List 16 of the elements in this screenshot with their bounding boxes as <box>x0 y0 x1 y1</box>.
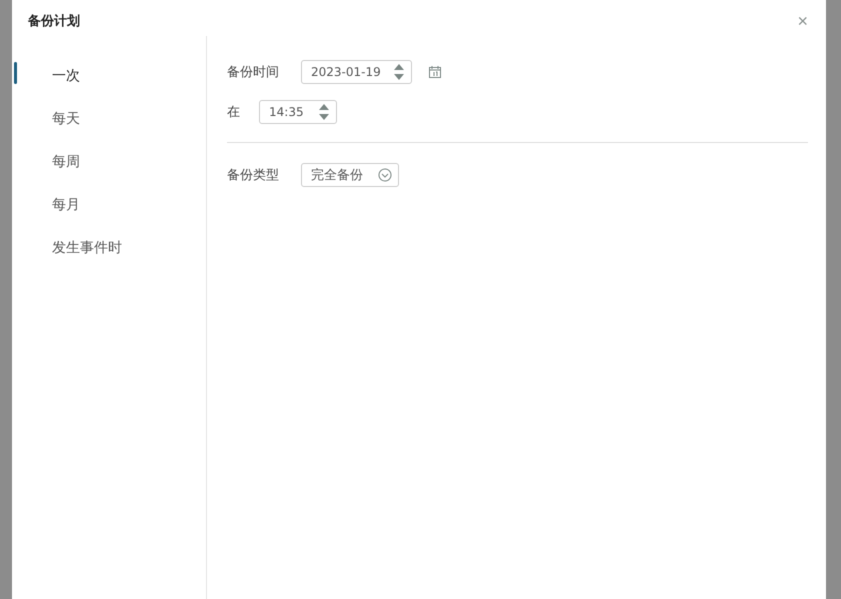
field-label: 备份时间 <box>227 64 280 81</box>
chevron-down-icon <box>378 168 392 182</box>
schedule-type-tab[interactable]: 发生事件时 <box>52 238 122 256</box>
schedule-type-tab[interactable]: 每月 <box>52 196 80 214</box>
field-label: 在 <box>227 104 241 121</box>
date-field[interactable]: 2023-01-19 <box>301 60 412 84</box>
dialog-title: 备份计划 <box>28 13 80 30</box>
schedule-type-tab[interactable]: 每天 <box>52 110 80 128</box>
spinner-arrows-icon[interactable] <box>318 102 330 122</box>
backup-type-dropdown[interactable]: 完全备份 <box>301 163 399 187</box>
field-label: 备份类型 <box>227 167 280 184</box>
spinner-arrows-icon[interactable] <box>393 62 405 82</box>
calendar-icon[interactable] <box>428 65 442 79</box>
schedule-type-tab[interactable]: 一次 <box>52 66 80 84</box>
schedule-type-tab[interactable]: 每周 <box>52 152 80 170</box>
time-field[interactable]: 14:35 <box>259 100 337 124</box>
